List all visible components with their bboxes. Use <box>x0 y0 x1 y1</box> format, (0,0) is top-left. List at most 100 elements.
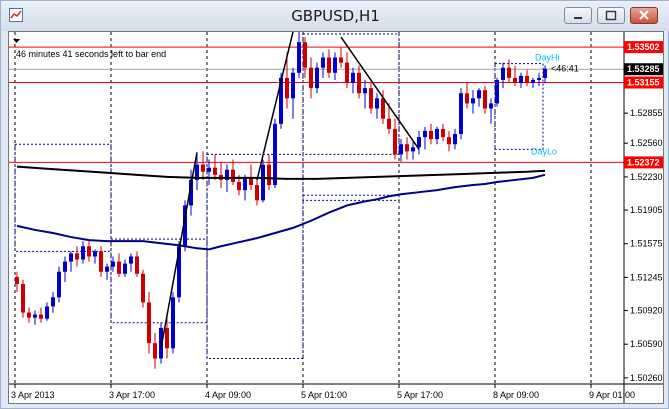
candle-body <box>423 130 427 138</box>
candle-body <box>405 144 409 152</box>
candle-body <box>261 164 265 201</box>
candle-body <box>69 253 73 262</box>
candle-body <box>291 72 295 99</box>
candle-body <box>441 128 445 138</box>
candle-body <box>303 42 307 68</box>
candle-body <box>99 251 103 272</box>
y-tick-label: 1.50260 <box>630 373 663 383</box>
pivot-box <box>110 238 208 324</box>
candle-body <box>453 134 457 145</box>
price-level-label: 1.53155 <box>627 78 660 88</box>
candle-body <box>87 246 91 257</box>
candle-body <box>501 67 505 80</box>
candle-body <box>111 261 115 267</box>
candle-body <box>471 98 475 104</box>
candle-body <box>339 57 343 63</box>
moving-average-line <box>16 165 546 180</box>
y-tick-label: 1.50920 <box>630 306 663 316</box>
candle-body <box>495 79 499 104</box>
candle-body <box>207 167 211 172</box>
candle-body <box>285 77 289 99</box>
candle-body <box>315 67 319 89</box>
candle-body <box>105 266 109 272</box>
candle-body <box>435 128 439 140</box>
candle-body <box>75 253 79 260</box>
candle-body <box>363 88 367 94</box>
x-tick-label: 3 Apr 17:00 <box>109 390 155 400</box>
candle-body <box>333 57 337 73</box>
candle-body <box>387 118 391 129</box>
candle-body <box>417 137 421 148</box>
candle-body <box>447 137 451 145</box>
candle-body <box>237 181 241 191</box>
candle-body <box>267 164 271 186</box>
moving-average-line <box>16 173 546 251</box>
candle-body <box>243 177 247 191</box>
candle-body <box>165 327 169 349</box>
candle-body <box>513 77 517 84</box>
y-tick-label: 1.51575 <box>630 239 663 249</box>
candle-body <box>507 67 511 78</box>
day-low-label: DayLo <box>531 146 557 156</box>
x-tick-label: 9 Apr 01:00 <box>589 390 635 400</box>
candle-body <box>15 276 19 285</box>
candle-body <box>459 93 463 135</box>
restore-icon <box>605 10 617 21</box>
candle-body <box>369 88 373 109</box>
y-tick-label: 1.50590 <box>630 339 663 349</box>
price-level-label: 1.52372 <box>627 157 660 167</box>
current-price-label: 1.53285 <box>627 64 660 74</box>
candle-body <box>351 72 355 84</box>
candle-body <box>273 123 277 186</box>
x-tick-label: 5 Apr 01:00 <box>301 390 347 400</box>
candle-body <box>525 75 529 84</box>
candle-body <box>81 246 85 260</box>
close-button[interactable] <box>630 7 658 24</box>
candle-body <box>129 256 133 264</box>
day-high-label: DayHi <box>535 53 560 63</box>
trendline <box>160 152 198 349</box>
chart-area[interactable]: 3 Apr 2013 3 Apr 17:00 4 Apr 09:00 5 Apr 01… <box>8 31 664 404</box>
restore-button[interactable] <box>597 7 625 24</box>
close-icon <box>639 10 649 20</box>
chart-window: GBPUSD,H1 3 Apr 2013 3 Apr 17:00 4 Apr 09:… <box>0 0 669 409</box>
candle-body <box>141 273 145 303</box>
title-bar[interactable]: GBPUSD,H1 <box>1 1 669 31</box>
candle-body <box>297 42 301 73</box>
candle-body <box>117 261 121 274</box>
candle-body <box>93 251 97 257</box>
y-tick-label: 1.52230 <box>630 172 663 182</box>
bar-timer-text: 46 minutes 41 seconds left to bar end <box>16 49 166 59</box>
candlestick-chart[interactable]: 3 Apr 2013 3 Apr 17:00 4 Apr 09:00 5 Apr 01… <box>9 32 663 403</box>
candle-body <box>399 144 403 155</box>
x-tick-label: 8 Apr 09:00 <box>493 390 539 400</box>
candle-body <box>327 57 331 73</box>
candle-body <box>27 312 31 318</box>
candle-body <box>375 98 379 109</box>
candle-body <box>321 57 325 68</box>
candle-body <box>477 90 481 99</box>
candle-body <box>393 128 397 155</box>
candle-body <box>489 103 493 109</box>
minimize-icon <box>574 17 582 19</box>
candle-body <box>249 177 253 186</box>
y-tick-label: 1.51245 <box>630 272 663 282</box>
candle-body <box>381 98 385 119</box>
candle-body <box>519 75 523 84</box>
x-tick-label: 3 Apr 2013 <box>11 390 55 400</box>
minimize-button[interactable] <box>564 7 592 24</box>
candle-body <box>537 77 541 80</box>
y-tick-label: 1.52855 <box>630 108 663 118</box>
candle-body <box>21 284 25 313</box>
y-tick-label: 1.51905 <box>630 205 663 215</box>
x-tick-label: 4 Apr 09:00 <box>205 390 251 400</box>
candle-body <box>357 72 361 94</box>
candle-body <box>51 297 55 307</box>
candle-body <box>57 271 61 298</box>
y-tick-label: 1.52560 <box>630 138 663 148</box>
candle-body <box>171 297 175 349</box>
candle-body <box>465 93 469 104</box>
chart-menu-icon[interactable] <box>13 39 20 43</box>
x-tick-label: 5 Apr 17:00 <box>397 390 443 400</box>
candle-body <box>33 314 37 318</box>
